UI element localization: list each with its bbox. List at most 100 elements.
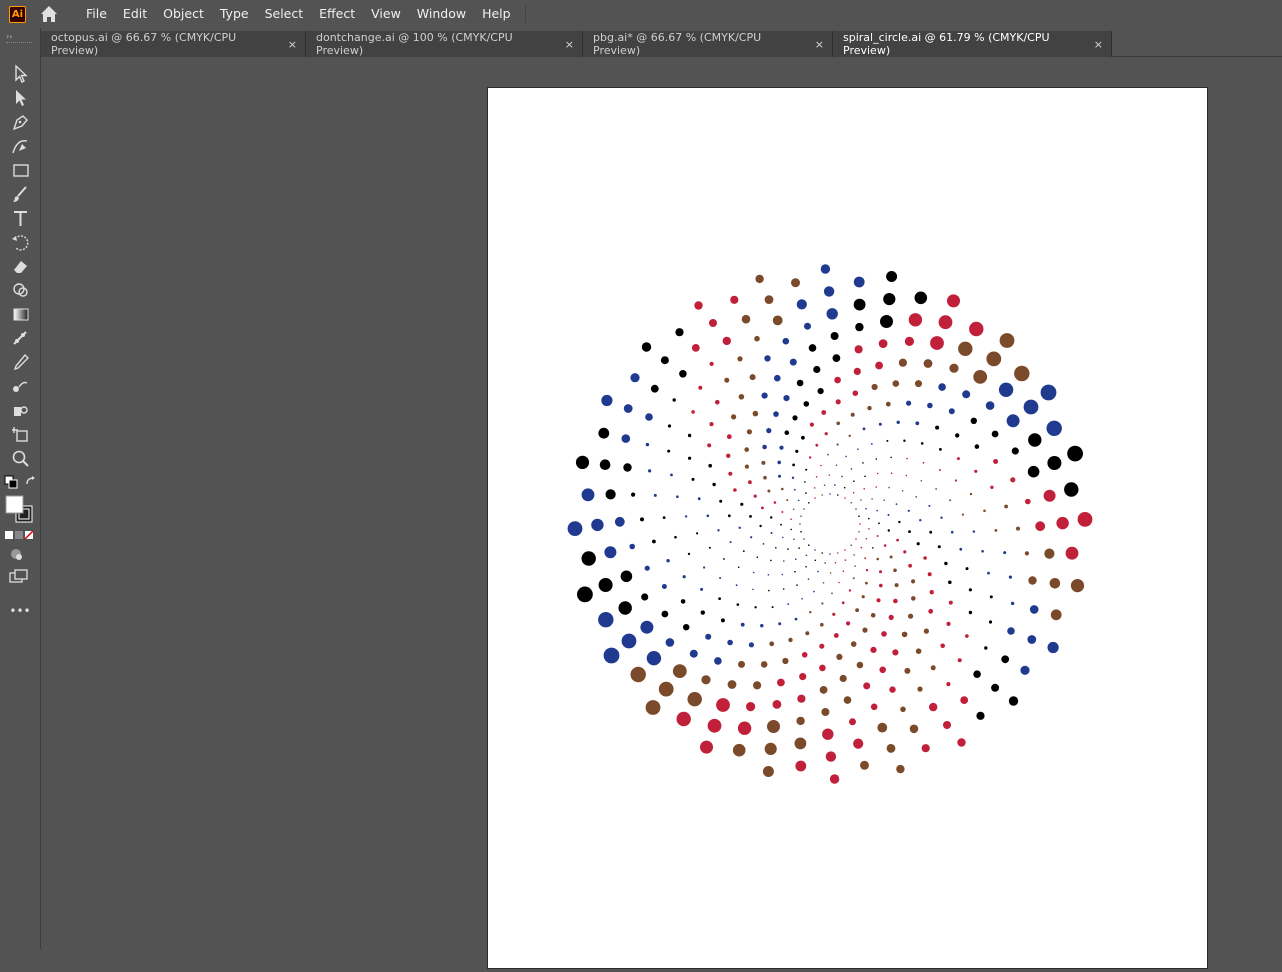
spiral-dot xyxy=(674,535,677,539)
spiral-dot xyxy=(805,468,808,471)
more-tools-icon[interactable]: ••• xyxy=(8,600,32,622)
puppet-warp-tool-icon[interactable] xyxy=(8,327,32,349)
fill-stroke-swatch[interactable] xyxy=(4,494,34,524)
home-icon[interactable] xyxy=(38,3,60,25)
menu-select[interactable]: Select xyxy=(257,0,312,28)
spiral-dot xyxy=(989,595,993,599)
curvature-tool-icon[interactable] xyxy=(8,135,32,157)
canvas-area[interactable] xyxy=(41,57,1282,969)
spiral-dot xyxy=(1044,548,1055,559)
rectangle-tool-icon[interactable] xyxy=(8,159,32,181)
spiral-dot xyxy=(778,622,782,626)
spiral-dot xyxy=(958,341,973,356)
spiral-dot xyxy=(676,711,691,727)
color-mode-icon[interactable] xyxy=(4,530,34,540)
draw-mode-icon[interactable] xyxy=(8,546,24,562)
spiral-dot xyxy=(858,531,860,533)
spiral-dot xyxy=(887,514,890,516)
spiral-dot xyxy=(1020,665,1030,675)
spiral-dot xyxy=(928,608,934,614)
spiral-dot xyxy=(687,552,691,556)
menu-window[interactable]: Window xyxy=(409,0,474,28)
symbol-sprayer-tool-icon[interactable] xyxy=(8,399,32,421)
close-tab-icon[interactable]: × xyxy=(288,38,297,51)
spiral-dot xyxy=(834,484,836,486)
spiral-dot xyxy=(838,581,840,584)
menu-object[interactable]: Object xyxy=(155,0,212,28)
spiral-dot xyxy=(720,618,725,623)
spiral-dot xyxy=(962,390,971,399)
spiral-dot xyxy=(820,464,822,467)
eraser-tool-icon[interactable] xyxy=(8,255,32,277)
spiral-dot xyxy=(729,541,732,544)
artboard[interactable] xyxy=(487,87,1208,969)
spiral-dot xyxy=(727,514,731,518)
spiral-dot xyxy=(841,475,843,478)
screen-mode-icon[interactable] xyxy=(8,569,28,585)
spiral-dot xyxy=(956,457,960,461)
close-tab-icon[interactable]: × xyxy=(565,38,574,51)
menu-edit[interactable]: Edit xyxy=(115,0,155,28)
swap-colors-icon[interactable] xyxy=(24,475,38,489)
spiral-dot xyxy=(804,322,811,330)
spiral-dot xyxy=(645,442,650,447)
document-tab[interactable]: spiral_circle.ai @ 61.79 % (CMYK/CPU Pre… xyxy=(833,31,1112,57)
spiral-dot xyxy=(708,546,711,549)
spiral-dot xyxy=(787,603,790,605)
paintbrush-tool-icon[interactable] xyxy=(8,183,32,205)
spiral-dot xyxy=(923,628,929,634)
shape-builder-tool-icon[interactable] xyxy=(8,279,32,301)
spiral-dot xyxy=(687,692,702,707)
document-tab[interactable]: pbg.ai* @ 66.67 % (CMYK/CPU Preview) × xyxy=(583,31,833,57)
spiral-dot xyxy=(911,596,916,601)
direct-selection-tool-icon[interactable] xyxy=(8,87,32,109)
spiral-dot xyxy=(696,532,699,535)
spiral-dot xyxy=(762,766,774,777)
spiral-dot xyxy=(675,328,684,337)
menu-file[interactable]: File xyxy=(78,0,115,28)
document-tab[interactable]: dontchange.ai @ 100 % (CMYK/CPU Preview)… xyxy=(306,31,583,57)
spiral-dot xyxy=(871,383,878,391)
app-logo[interactable]: Ai xyxy=(9,5,26,23)
rotate-tool-icon[interactable] xyxy=(8,231,32,253)
spiral-dot xyxy=(875,458,878,460)
spiral-dot xyxy=(938,315,953,330)
blend-tool-icon[interactable] xyxy=(8,375,32,397)
spiral-dot xyxy=(969,321,984,337)
panel-grip[interactable]: ›› xyxy=(6,32,12,41)
spiral-dot xyxy=(829,493,831,495)
spiral-dot xyxy=(1049,578,1061,589)
spiral-dot xyxy=(748,480,752,485)
spiral-dot xyxy=(768,589,770,592)
spiral-dot xyxy=(714,657,722,665)
menu-help[interactable]: Help xyxy=(474,0,519,28)
spiral-dot xyxy=(832,354,841,362)
document-tab[interactable]: octopus.ai @ 66.67 % (CMYK/CPU Preview) × xyxy=(41,31,306,57)
spiral-dot xyxy=(700,587,704,591)
menu-view[interactable]: View xyxy=(363,0,409,28)
spiral-dot xyxy=(946,682,951,687)
selection-tool-icon[interactable] xyxy=(8,63,32,85)
gradient-tool-icon[interactable] xyxy=(8,303,32,325)
spiral-artwork[interactable] xyxy=(488,88,1207,968)
spiral-dot xyxy=(744,464,749,469)
default-colors-icon[interactable] xyxy=(4,475,18,489)
spiral-dot xyxy=(856,661,864,669)
type-tool-icon[interactable] xyxy=(8,207,32,229)
close-tab-icon[interactable]: × xyxy=(815,38,824,51)
panel-drag-handle[interactable] xyxy=(6,42,32,45)
eyedropper-tool-icon[interactable] xyxy=(8,351,32,373)
spiral-dot xyxy=(888,614,894,621)
menu-effect[interactable]: Effect xyxy=(311,0,363,28)
spiral-dot xyxy=(621,633,637,649)
spiral-dot xyxy=(999,333,1015,348)
zoom-tool-icon[interactable] xyxy=(8,447,32,469)
close-tab-icon[interactable]: × xyxy=(1094,38,1103,51)
artboard-tool-icon[interactable] xyxy=(8,423,32,445)
spiral-dot xyxy=(968,610,973,615)
spiral-dot xyxy=(916,542,920,546)
menu-type[interactable]: Type xyxy=(212,0,257,28)
spiral-dot xyxy=(957,738,966,747)
pen-tool-icon[interactable] xyxy=(8,111,32,133)
spiral-dot xyxy=(938,469,941,471)
